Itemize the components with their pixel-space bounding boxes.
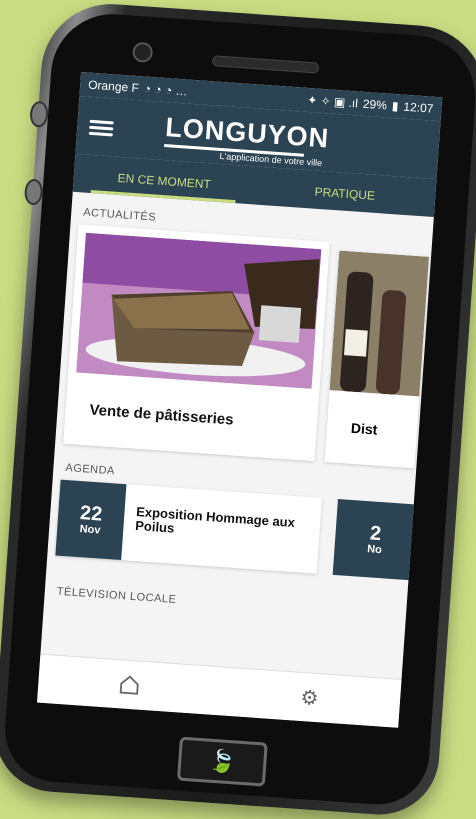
hamburger-menu-icon[interactable] [88,117,114,137]
leaf-icon: 🍃 [207,747,237,775]
signal-icons: ✦ ✧ ▣ .ıl [306,92,359,111]
speaker-grille [211,55,320,74]
battery-icon: ▮ [391,98,399,114]
cake-image [76,232,322,389]
app-logo: LONGUYON L'application de votre ville [163,112,366,171]
phone-body: Orange F ◔ ◔ ◔ … ✦ ✧ ▣ .ıl 29% ▮ 12:07 L… [1,10,476,808]
event-month: No [366,543,383,557]
home-button[interactable]: 🍃 [176,736,268,787]
clock: 12:07 [402,99,434,116]
phone-frame: Orange F ◔ ◔ ◔ … ✦ ✧ ▣ .ıl 29% ▮ 12:07 L… [0,0,476,819]
news-carousel[interactable]: Vente de pâtisseries Dist [55,224,432,473]
event-day: 22 [79,502,104,526]
agenda-card[interactable]: 2 No [332,499,418,581]
event-day: 2 [369,522,382,546]
event-month: Nov [79,523,101,537]
bottom-navigation: ⚙ [37,653,402,728]
battery-level: 29% [362,96,388,113]
camera-icon [131,41,154,63]
carrier-name: Orange F [87,77,140,96]
event-title: Exposition Hommage aux Poilus [134,504,296,536]
news-card[interactable]: Dist [324,250,430,469]
home-icon[interactable] [115,671,143,699]
event-date: 2 No [332,499,418,581]
settings-gear-icon[interactable]: ⚙ [296,684,324,712]
volume-up-button[interactable] [29,100,49,128]
volume-down-button[interactable] [23,178,44,206]
wine-image [329,250,430,397]
event-date: 22 Nov [55,479,127,561]
app-screen: Orange F ◔ ◔ ◔ … ✦ ✧ ▣ .ıl 29% ▮ 12:07 L… [37,72,443,728]
notification-icons: ◔ ◔ ◔ … [143,81,188,99]
news-title: Vente de pâtisseries [88,401,235,429]
news-card[interactable]: Vente de pâtisseries [63,224,330,462]
news-title: Dist [350,419,378,438]
